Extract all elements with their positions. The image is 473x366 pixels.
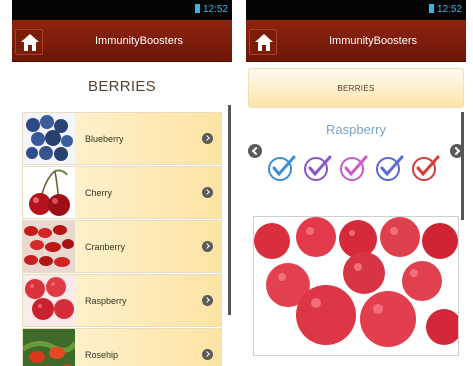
battery-icon [194, 4, 200, 13]
status-bar: 12:52 [12, 0, 232, 20]
chevron-right-icon [202, 349, 213, 360]
raspberry-photo [253, 216, 459, 356]
app-title: ImmunityBoosters [328, 35, 418, 47]
chevron-right-icon [202, 241, 213, 252]
list-item-blueberry[interactable]: Blueberry [22, 112, 222, 165]
blueberry-photo [23, 113, 75, 164]
rosehip-photo [23, 329, 75, 366]
home-button[interactable] [249, 29, 277, 55]
home-icon [21, 34, 39, 51]
status-time: 12:52 [436, 4, 462, 15]
section-title: BERRIES [88, 78, 156, 95]
checkmark-icon [412, 155, 440, 181]
raspberry-photo [23, 275, 75, 326]
berry-list: Blueberry Cherry Cranberry Raspberry Ros… [22, 112, 222, 366]
benefit-checkmarks [266, 154, 441, 182]
checkmark-icon [340, 155, 368, 181]
detail-title: Raspberry [326, 122, 386, 137]
list-item-raspberry[interactable]: Raspberry [22, 274, 222, 327]
list-item-label: Cherry [85, 187, 113, 198]
check-pager [246, 142, 466, 184]
list-screen: 12:52 ImmunityBoosters BERRIES Blueberry [12, 0, 232, 366]
home-icon [255, 34, 273, 51]
previous-arrow-icon[interactable] [248, 144, 262, 158]
list-item-cranberry[interactable]: Cranberry [22, 220, 222, 273]
app-title: ImmunityBoosters [94, 35, 184, 47]
list-item-label: Rosehip [85, 349, 119, 360]
scrollbar[interactable] [228, 105, 231, 315]
app-bar: ImmunityBoosters [246, 20, 466, 62]
list-item-rosehip[interactable]: Rosehip [22, 328, 222, 366]
checkmark-icon [268, 155, 296, 181]
chevron-right-icon [202, 187, 213, 198]
checkmark-icon [376, 155, 404, 181]
battery-icon [428, 4, 434, 13]
chevron-right-icon [202, 295, 213, 306]
cherry-photo [23, 167, 75, 218]
status-time: 12:52 [202, 4, 228, 15]
cranberry-photo [23, 221, 75, 272]
home-button[interactable] [15, 29, 43, 55]
category-header: BERRIES [248, 68, 464, 108]
list-item-label: Blueberry [85, 133, 124, 144]
list-item-cherry[interactable]: Cherry [22, 166, 222, 219]
app-bar: ImmunityBoosters [12, 20, 232, 62]
checkmark-icon [304, 155, 332, 181]
chevron-right-icon [202, 133, 213, 144]
status-bar: 12:52 [246, 0, 466, 20]
detail-screen: 12:52 ImmunityBoosters BERRIES Raspberry [246, 0, 466, 366]
list-item-label: Raspberry [85, 295, 127, 306]
scrollbar[interactable] [461, 112, 464, 220]
list-item-label: Cranberry [85, 241, 126, 252]
